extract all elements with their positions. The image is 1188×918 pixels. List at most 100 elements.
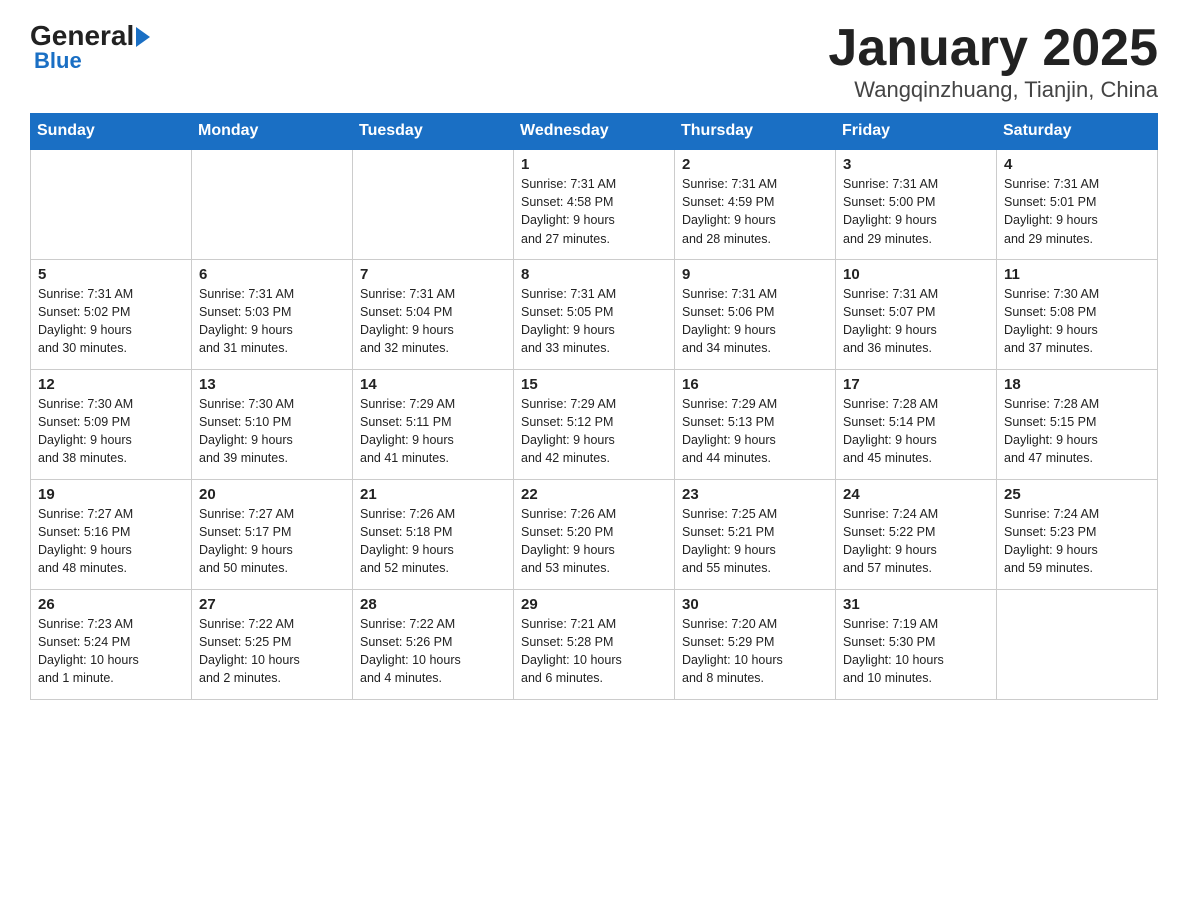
calendar-cell: 15 Sunrise: 7:29 AM Sunset: 5:12 PM Dayli… bbox=[514, 369, 675, 479]
day-number: 29 bbox=[521, 596, 667, 613]
calendar-cell: 23 Sunrise: 7:25 AM Sunset: 5:21 PM Dayli… bbox=[675, 479, 836, 589]
weekday-header-sunday: Sunday bbox=[31, 114, 192, 150]
day-info: Sunrise: 7:23 AM Sunset: 5:24 PM Dayligh… bbox=[38, 615, 184, 688]
calendar-cell bbox=[192, 149, 353, 259]
calendar-cell: 21Sunrise: 7:26 AM Sunset: 5:18 PM Dayli… bbox=[353, 479, 514, 589]
day-info: Sunrise: 7:31 AM Sunset: 5:03 PM Dayligh… bbox=[199, 285, 345, 358]
day-number: 27 bbox=[199, 596, 345, 613]
weekday-header-row: SundayMondayTuesdayWednesdayThursdayFrid… bbox=[31, 114, 1158, 150]
day-number: 15 bbox=[521, 376, 667, 393]
day-number: 16 bbox=[682, 376, 828, 393]
calendar-cell: 20Sunrise: 7:27 AM Sunset: 5:17 PM Dayli… bbox=[192, 479, 353, 589]
calendar-cell bbox=[353, 149, 514, 259]
day-number: 9 bbox=[682, 266, 828, 283]
calendar-cell: 5 Sunrise: 7:31 AM Sunset: 5:02 PM Daylig… bbox=[31, 259, 192, 369]
day-info: Sunrise: 7:25 AM Sunset: 5:21 PM Dayligh… bbox=[682, 505, 828, 578]
calendar-cell: 1 Sunrise: 7:31 AM Sunset: 4:58 PM Daylig… bbox=[514, 149, 675, 259]
day-number: 11 bbox=[1004, 266, 1150, 283]
calendar-cell bbox=[31, 149, 192, 259]
calendar-cell: 28Sunrise: 7:22 AM Sunset: 5:26 PM Dayli… bbox=[353, 589, 514, 699]
calendar-cell: 26 Sunrise: 7:23 AM Sunset: 5:24 PM Dayli… bbox=[31, 589, 192, 699]
day-info: Sunrise: 7:30 AM Sunset: 5:10 PM Dayligh… bbox=[199, 395, 345, 468]
calendar-cell: 30 Sunrise: 7:20 AM Sunset: 5:29 PM Dayli… bbox=[675, 589, 836, 699]
day-number: 12 bbox=[38, 376, 184, 393]
calendar-week-row: 19Sunrise: 7:27 AM Sunset: 5:16 PM Dayli… bbox=[31, 479, 1158, 589]
calendar-cell: 13 Sunrise: 7:30 AM Sunset: 5:10 PM Dayli… bbox=[192, 369, 353, 479]
day-info: Sunrise: 7:26 AM Sunset: 5:20 PM Dayligh… bbox=[521, 505, 667, 578]
day-info: Sunrise: 7:29 AM Sunset: 5:13 PM Dayligh… bbox=[682, 395, 828, 468]
page-subtitle: Wangqinzhuang, Tianjin, China bbox=[828, 77, 1158, 103]
day-info: Sunrise: 7:21 AM Sunset: 5:28 PM Dayligh… bbox=[521, 615, 667, 688]
day-info: Sunrise: 7:31 AM Sunset: 5:01 PM Dayligh… bbox=[1004, 175, 1150, 248]
day-number: 26 bbox=[38, 596, 184, 613]
calendar-cell: 4Sunrise: 7:31 AM Sunset: 5:01 PM Daylig… bbox=[997, 149, 1158, 259]
day-number: 25 bbox=[1004, 486, 1150, 503]
day-number: 8 bbox=[521, 266, 667, 283]
day-info: Sunrise: 7:31 AM Sunset: 5:07 PM Dayligh… bbox=[843, 285, 989, 358]
calendar-cell: 2 Sunrise: 7:31 AM Sunset: 4:59 PM Daylig… bbox=[675, 149, 836, 259]
day-info: Sunrise: 7:30 AM Sunset: 5:08 PM Dayligh… bbox=[1004, 285, 1150, 358]
day-info: Sunrise: 7:31 AM Sunset: 5:06 PM Dayligh… bbox=[682, 285, 828, 358]
logo: General Blue bbox=[30, 20, 150, 74]
calendar-week-row: 1 Sunrise: 7:31 AM Sunset: 4:58 PM Daylig… bbox=[31, 149, 1158, 259]
page-title: January 2025 bbox=[828, 20, 1158, 77]
page-header: General Blue January 2025 Wangqinzhuang,… bbox=[30, 20, 1158, 103]
day-number: 18 bbox=[1004, 376, 1150, 393]
day-info: Sunrise: 7:20 AM Sunset: 5:29 PM Dayligh… bbox=[682, 615, 828, 688]
day-info: Sunrise: 7:27 AM Sunset: 5:17 PM Dayligh… bbox=[199, 505, 345, 578]
day-number: 14 bbox=[360, 376, 506, 393]
day-number: 6 bbox=[199, 266, 345, 283]
calendar-table: SundayMondayTuesdayWednesdayThursdayFrid… bbox=[30, 113, 1158, 700]
calendar-cell bbox=[997, 589, 1158, 699]
day-info: Sunrise: 7:27 AM Sunset: 5:16 PM Dayligh… bbox=[38, 505, 184, 578]
day-info: Sunrise: 7:31 AM Sunset: 4:59 PM Dayligh… bbox=[682, 175, 828, 248]
day-info: Sunrise: 7:24 AM Sunset: 5:23 PM Dayligh… bbox=[1004, 505, 1150, 578]
day-info: Sunrise: 7:29 AM Sunset: 5:11 PM Dayligh… bbox=[360, 395, 506, 468]
calendar-cell: 22 Sunrise: 7:26 AM Sunset: 5:20 PM Dayli… bbox=[514, 479, 675, 589]
day-info: Sunrise: 7:31 AM Sunset: 5:05 PM Dayligh… bbox=[521, 285, 667, 358]
calendar-cell: 8 Sunrise: 7:31 AM Sunset: 5:05 PM Daylig… bbox=[514, 259, 675, 369]
calendar-cell: 27 Sunrise: 7:22 AM Sunset: 5:25 PM Dayli… bbox=[192, 589, 353, 699]
calendar-cell: 18 Sunrise: 7:28 AM Sunset: 5:15 PM Dayli… bbox=[997, 369, 1158, 479]
calendar-cell: 17 Sunrise: 7:28 AM Sunset: 5:14 PM Dayli… bbox=[836, 369, 997, 479]
weekday-header-wednesday: Wednesday bbox=[514, 114, 675, 150]
calendar-cell: 6 Sunrise: 7:31 AM Sunset: 5:03 PM Daylig… bbox=[192, 259, 353, 369]
calendar-cell: 10 Sunrise: 7:31 AM Sunset: 5:07 PM Dayli… bbox=[836, 259, 997, 369]
day-number: 24 bbox=[843, 486, 989, 503]
day-number: 3 bbox=[843, 156, 989, 173]
calendar-cell: 3 Sunrise: 7:31 AM Sunset: 5:00 PM Daylig… bbox=[836, 149, 997, 259]
day-number: 7 bbox=[360, 266, 506, 283]
day-info: Sunrise: 7:22 AM Sunset: 5:25 PM Dayligh… bbox=[199, 615, 345, 688]
day-info: Sunrise: 7:28 AM Sunset: 5:14 PM Dayligh… bbox=[843, 395, 989, 468]
day-number: 10 bbox=[843, 266, 989, 283]
day-info: Sunrise: 7:31 AM Sunset: 5:02 PM Dayligh… bbox=[38, 285, 184, 358]
day-info: Sunrise: 7:30 AM Sunset: 5:09 PM Dayligh… bbox=[38, 395, 184, 468]
day-info: Sunrise: 7:31 AM Sunset: 4:58 PM Dayligh… bbox=[521, 175, 667, 248]
weekday-header-monday: Monday bbox=[192, 114, 353, 150]
day-number: 17 bbox=[843, 376, 989, 393]
calendar-week-row: 5 Sunrise: 7:31 AM Sunset: 5:02 PM Daylig… bbox=[31, 259, 1158, 369]
day-number: 22 bbox=[521, 486, 667, 503]
weekday-header-tuesday: Tuesday bbox=[353, 114, 514, 150]
title-block: January 2025 Wangqinzhuang, Tianjin, Chi… bbox=[828, 20, 1158, 103]
calendar-cell: 7Sunrise: 7:31 AM Sunset: 5:04 PM Daylig… bbox=[353, 259, 514, 369]
day-number: 23 bbox=[682, 486, 828, 503]
calendar-cell: 25 Sunrise: 7:24 AM Sunset: 5:23 PM Dayli… bbox=[997, 479, 1158, 589]
day-number: 2 bbox=[682, 156, 828, 173]
logo-arrow-icon bbox=[136, 27, 150, 47]
day-number: 1 bbox=[521, 156, 667, 173]
weekday-header-thursday: Thursday bbox=[675, 114, 836, 150]
weekday-header-friday: Friday bbox=[836, 114, 997, 150]
day-info: Sunrise: 7:24 AM Sunset: 5:22 PM Dayligh… bbox=[843, 505, 989, 578]
day-info: Sunrise: 7:28 AM Sunset: 5:15 PM Dayligh… bbox=[1004, 395, 1150, 468]
day-info: Sunrise: 7:29 AM Sunset: 5:12 PM Dayligh… bbox=[521, 395, 667, 468]
calendar-week-row: 12 Sunrise: 7:30 AM Sunset: 5:09 PM Dayli… bbox=[31, 369, 1158, 479]
calendar-cell: 9 Sunrise: 7:31 AM Sunset: 5:06 PM Daylig… bbox=[675, 259, 836, 369]
calendar-cell: 11 Sunrise: 7:30 AM Sunset: 5:08 PM Dayli… bbox=[997, 259, 1158, 369]
day-number: 30 bbox=[682, 596, 828, 613]
day-number: 21 bbox=[360, 486, 506, 503]
day-info: Sunrise: 7:31 AM Sunset: 5:00 PM Dayligh… bbox=[843, 175, 989, 248]
day-info: Sunrise: 7:22 AM Sunset: 5:26 PM Dayligh… bbox=[360, 615, 506, 688]
day-number: 13 bbox=[199, 376, 345, 393]
day-number: 5 bbox=[38, 266, 184, 283]
